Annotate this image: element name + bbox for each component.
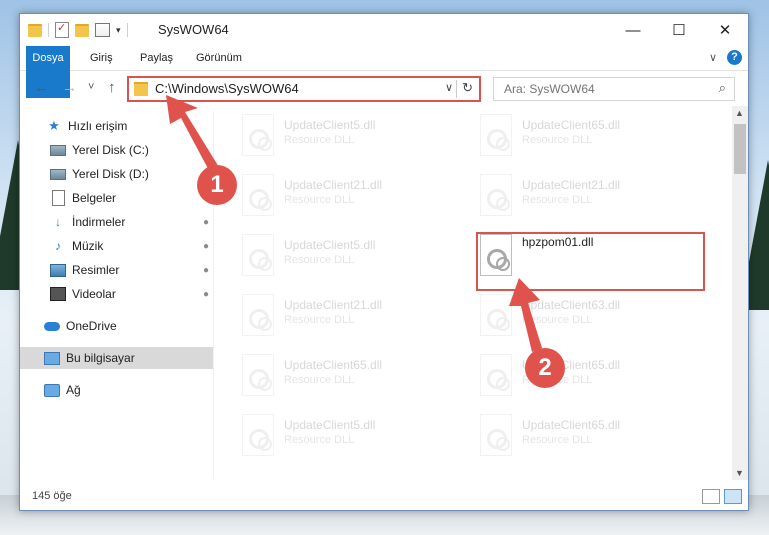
step-marker-1: 1 <box>197 165 237 205</box>
arrow-2 <box>509 278 542 352</box>
annotation-arrows <box>166 95 542 352</box>
step-marker-2: 2 <box>525 348 565 388</box>
